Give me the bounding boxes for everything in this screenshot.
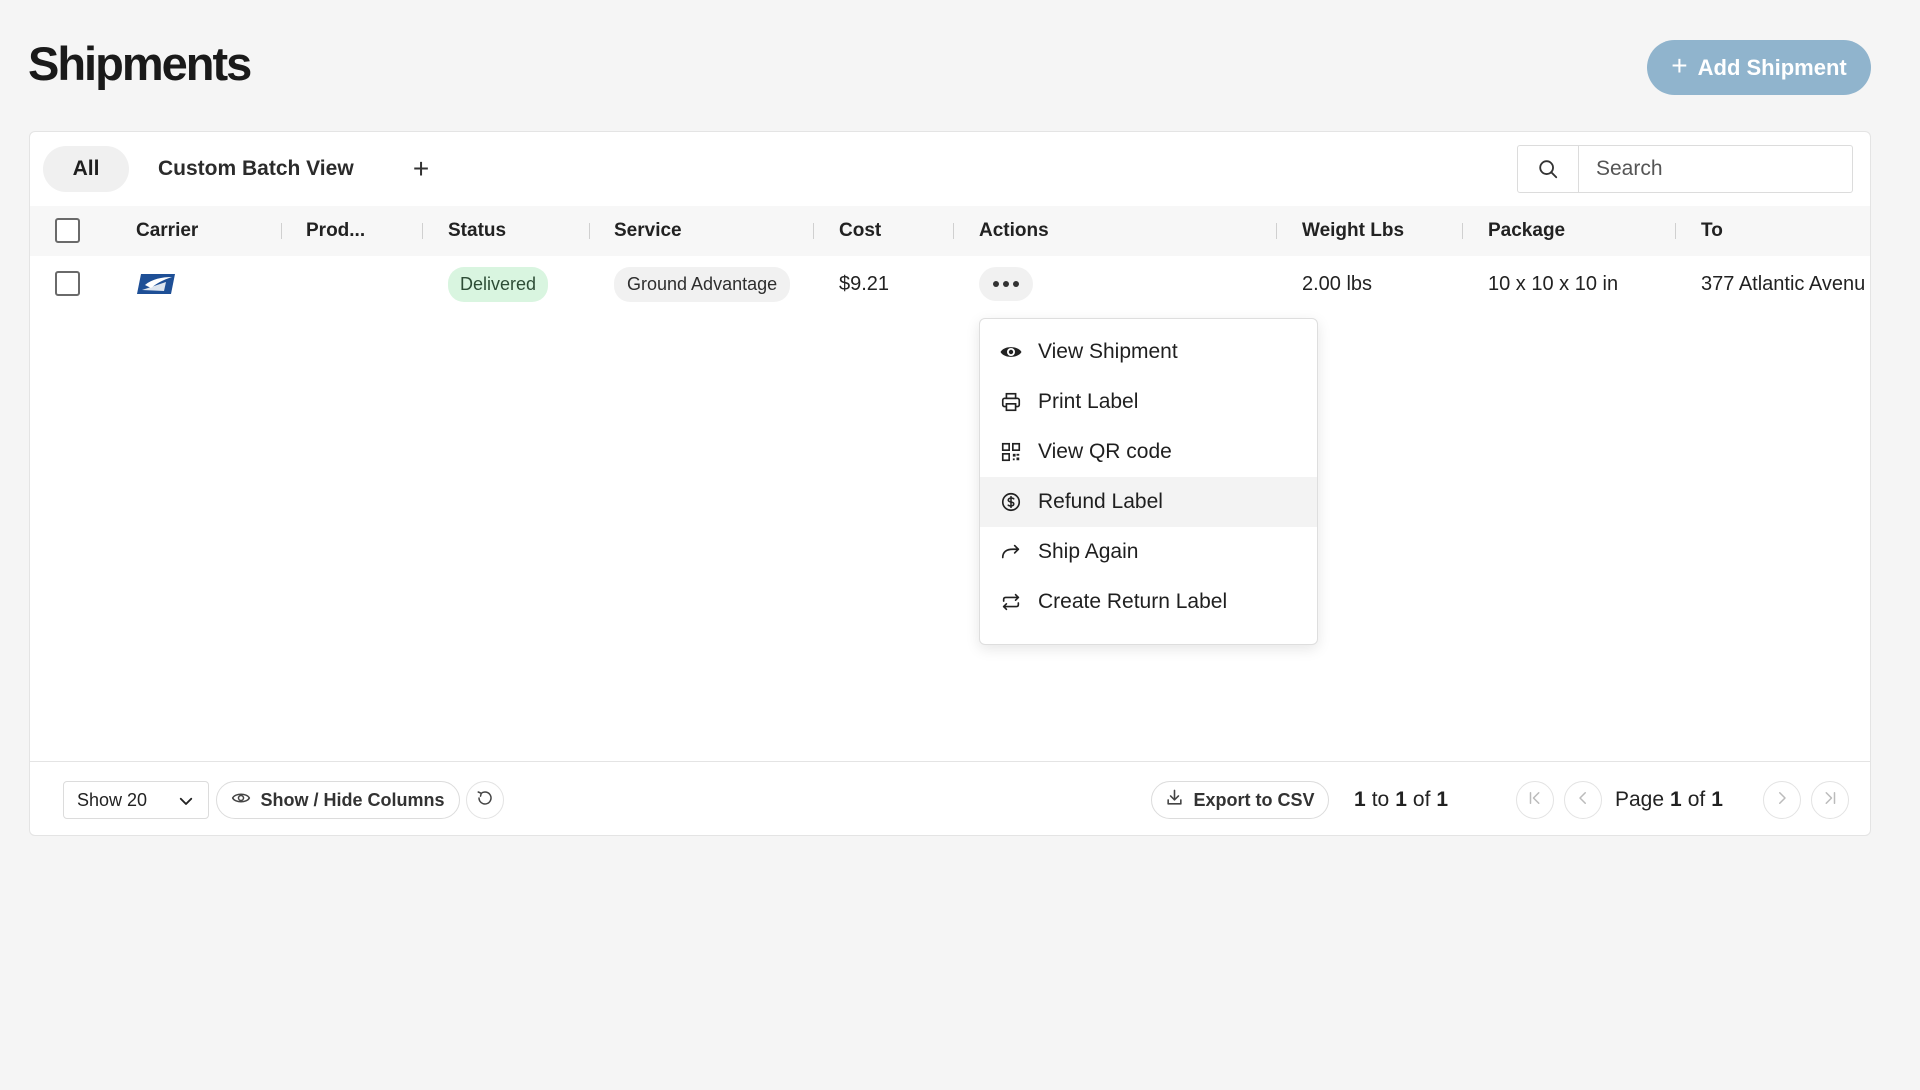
column-actions[interactable]: Actions [979,206,1049,256]
previous-page-button[interactable] [1564,781,1602,819]
range-total: 1 [1436,788,1449,811]
page-size-select[interactable]: Show 20 [63,781,209,819]
row-count: 1 to 1 of 1 [1348,781,1454,819]
menu-item-label: View QR code [1038,440,1172,463]
column-cost[interactable]: Cost [839,206,881,256]
chevron-right-icon [1773,789,1791,812]
column-divider[interactable] [1276,223,1277,239]
page-of-word: of [1687,788,1706,811]
table-row[interactable]: Delivered Ground Advantage $9.21 2.00 lb… [30,256,1870,312]
column-divider[interactable] [422,223,423,239]
column-product[interactable]: Prod... [306,206,365,256]
column-divider[interactable] [953,223,954,239]
table-header: Carrier Prod... Status Service Cost Acti… [30,206,1870,256]
repeat-icon [999,590,1023,614]
cost-cell: $9.21 [839,272,890,295]
tab-all[interactable]: All [43,146,129,192]
more-actions-button[interactable] [979,267,1033,301]
printer-icon [999,390,1023,414]
actions-cell [979,256,1033,312]
dollar-circle-icon [999,490,1023,514]
search-box [1517,145,1853,193]
refresh-icon [476,789,494,812]
download-icon [1165,788,1184,812]
column-weight[interactable]: Weight Lbs [1302,206,1404,256]
search-icon[interactable] [1518,146,1579,192]
package-cell: 10 x 10 x 10 in [1488,272,1619,295]
column-divider[interactable] [589,223,590,239]
service-badge: Ground Advantage [614,266,791,302]
menu-item-label: Create Return Label [1038,590,1228,613]
status-cell: Delivered [448,256,549,312]
page-indicator: Page 1 of 1 [1615,781,1729,819]
first-page-button[interactable] [1516,781,1554,819]
menu-item-refund-label[interactable]: Refund Label [980,477,1317,527]
eye-icon [231,788,251,813]
column-carrier[interactable]: Carrier [136,206,198,256]
range-from: 1 [1354,788,1366,811]
add-shipment-label: Add Shipment [1697,54,1847,80]
menu-item-label: Ship Again [1038,540,1139,563]
show-hide-columns-label: Show / Hide Columns [260,789,445,810]
column-divider[interactable] [281,223,282,239]
next-page-button[interactable] [1763,781,1801,819]
add-shipment-button[interactable]: + Add Shipment [1647,40,1871,95]
menu-item-ship-again[interactable]: Ship Again [980,527,1317,577]
menu-item-create-return-label[interactable]: Create Return Label [980,577,1317,627]
weight-cell: 2.00 lbs [1302,272,1373,295]
page-total: 1 [1711,788,1723,811]
search-input[interactable] [1579,146,1839,192]
range-to: 1 [1395,788,1407,811]
add-view-button[interactable]: + [401,146,441,192]
page-current: 1 [1670,788,1682,811]
chevron-down-icon [177,792,195,815]
last-page-icon [1821,789,1839,812]
column-status[interactable]: Status [448,206,506,256]
eye-icon [999,340,1023,364]
column-divider[interactable] [813,223,814,239]
usps-eagle-icon [136,256,176,312]
share-arrow-icon [999,540,1023,564]
export-csv-label: Export to CSV [1193,789,1315,810]
column-package[interactable]: Package [1488,206,1565,256]
column-divider[interactable] [1675,223,1676,239]
first-page-icon [1526,789,1544,812]
column-to[interactable]: To [1701,206,1723,256]
page-title: Shipments [28,37,252,90]
shipments-table-card: All Custom Batch View + Carrier Prod... … [29,131,1871,836]
status-badge: Delivered [448,266,549,302]
range-of-word: of [1412,788,1431,811]
qr-code-icon [999,440,1023,464]
tab-custom-batch-view[interactable]: Custom Batch View [158,146,354,192]
menu-item-label: Refund Label [1038,490,1163,513]
chevron-left-icon [1574,789,1592,812]
service-cell: Ground Advantage [614,256,791,312]
menu-item-view-shipment[interactable]: View Shipment [980,327,1317,377]
export-csv-button[interactable]: Export to CSV [1151,781,1329,819]
table-footer: Show 20 Show / Hide Columns Export to CS… [30,761,1870,835]
menu-item-label: View Shipment [1038,340,1178,363]
page-size-label: Show 20 [77,789,148,810]
select-all-checkbox[interactable] [55,218,80,243]
refresh-button[interactable] [466,781,504,819]
last-page-button[interactable] [1811,781,1849,819]
menu-item-label: Print Label [1038,390,1139,413]
page-word: Page [1615,788,1665,811]
actions-dropdown-menu: View Shipment Print Label View QR code R… [979,318,1318,645]
range-to-word: to [1371,788,1390,811]
menu-item-print-label[interactable]: Print Label [980,377,1317,427]
row-checkbox[interactable] [55,271,80,296]
plus-icon: + [1671,50,1688,81]
show-hide-columns-button[interactable]: Show / Hide Columns [216,781,460,819]
column-service[interactable]: Service [614,206,682,256]
to-cell: 377 Atlantic Avenu [1701,272,1866,295]
column-divider[interactable] [1462,223,1463,239]
menu-item-view-qr-code[interactable]: View QR code [980,427,1317,477]
